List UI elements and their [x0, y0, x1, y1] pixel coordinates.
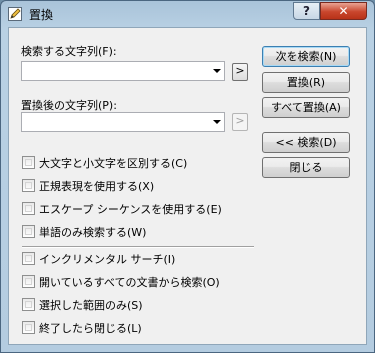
checkbox[interactable] [22, 321, 35, 334]
checkbox[interactable] [22, 275, 35, 288]
pencil-app-icon [8, 7, 22, 21]
separator [22, 246, 254, 248]
close-button[interactable]: 閉じる [262, 157, 350, 178]
window-title: 置換 [29, 8, 54, 22]
checkbox[interactable] [22, 252, 35, 265]
title-bar[interactable]: 置換 ? ✕ [1, 1, 374, 27]
checkbox[interactable] [22, 179, 35, 192]
find-next-button[interactable]: 次を検索(N) [262, 46, 350, 67]
option-label: 選択した範囲のみ(S) [39, 299, 143, 312]
replace-label: 置換後の文字列(P): [21, 99, 117, 112]
option-label: 単語のみ検索する(W) [39, 226, 147, 239]
checkbox[interactable] [22, 156, 35, 169]
replace-button[interactable]: 置換(R) [262, 72, 350, 93]
option-label: 大文字と小文字を区別する(C) [39, 157, 188, 170]
dialog-body: 検索する文字列(F): > 置換後の文字列(P): > 次を検索(N) 置換(R… [8, 27, 367, 345]
find-combobox[interactable] [21, 61, 225, 81]
replace-combobox[interactable] [21, 112, 225, 132]
option-label: 正規表現を使用する(X) [39, 180, 155, 193]
chevron-down-icon[interactable] [213, 120, 221, 124]
option-label: インクリメンタル サーチ(I) [39, 253, 176, 266]
close-window-button[interactable]: ✕ [320, 2, 367, 20]
option-label: 終了したら閉じる(L) [39, 322, 142, 335]
option-label: 開いているすべての文書から検索(O) [39, 276, 220, 289]
find-label: 検索する文字列(F): [21, 45, 117, 58]
checkbox[interactable] [22, 298, 35, 311]
chevron-down-icon[interactable] [213, 69, 221, 73]
find-input[interactable] [24, 63, 206, 79]
find-previous-button[interactable]: << 検索(D) [262, 132, 350, 153]
replace-all-button[interactable]: すべて置換(A) [262, 97, 350, 118]
checkbox[interactable] [22, 202, 35, 215]
help-button[interactable]: ? [293, 2, 320, 20]
checkbox[interactable] [22, 225, 35, 238]
find-expand-button[interactable]: > [232, 63, 248, 81]
replace-expand-button: > [232, 113, 248, 131]
replace-dialog: 置換 ? ✕ 検索する文字列(F): > 置換後の文字列(P): > 次を検索(… [0, 0, 375, 353]
option-label: エスケープ シーケンスを使用する(E) [39, 203, 222, 216]
replace-input[interactable] [24, 114, 206, 130]
